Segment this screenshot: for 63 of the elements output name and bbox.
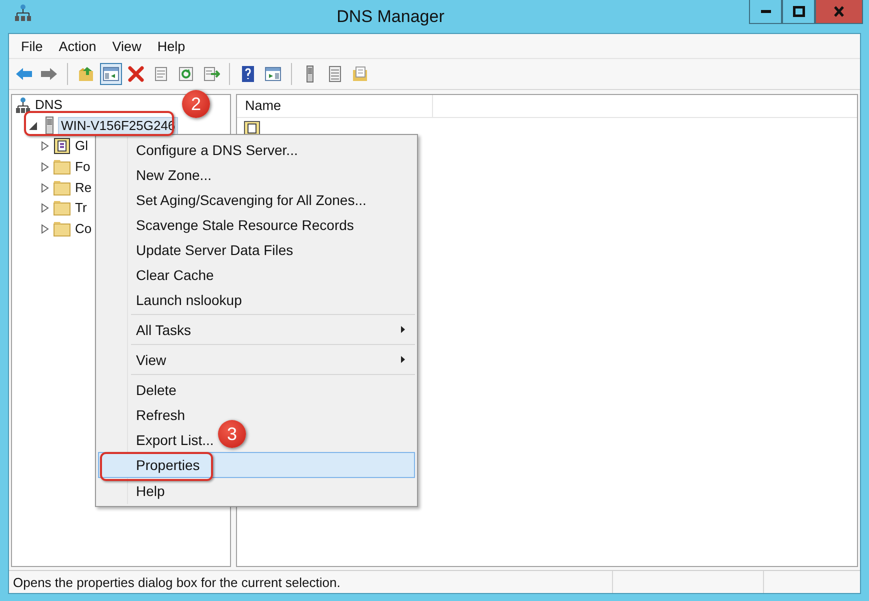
menu-item[interactable]: Configure a DNS Server... (136, 142, 298, 158)
menu-item[interactable]: Help (149, 36, 194, 56)
back-arrow-icon (15, 65, 33, 83)
menu-item[interactable]: File (13, 36, 51, 56)
help-book-icon (239, 65, 257, 83)
minimize-button[interactable] (749, 0, 782, 24)
folder-icon (53, 178, 71, 197)
menu-item[interactable]: Properties (98, 452, 415, 478)
tree-item[interactable]: DNS (33, 97, 64, 114)
tree-item[interactable]: Fo (73, 159, 92, 176)
folder-note-icon (351, 65, 369, 83)
window-title: DNS Manager (336, 6, 446, 27)
list-sheet-icon (326, 65, 344, 83)
collapsed-arrow-icon[interactable] (39, 161, 51, 174)
close-icon (834, 6, 844, 17)
menu-item[interactable]: Set Aging/Scavenging for All Zones... (136, 192, 366, 208)
tree-item[interactable]: Gl (73, 138, 90, 154)
menu-item[interactable]: Scavenge Stale Resource Records (136, 216, 354, 232)
console-tree-icon (102, 65, 120, 83)
dns-app-icon (14, 4, 32, 22)
menu-item[interactable]: Refresh (136, 406, 186, 422)
menu-item[interactable]: Launch nslookup (136, 292, 242, 308)
maximize-button[interactable] (782, 0, 815, 24)
tree-item[interactable]: Re (73, 180, 94, 196)
submenu-arrow-icon (400, 325, 406, 334)
tree-item[interactable]: Co (73, 220, 94, 237)
status-text: Opens the properties dialog box for the current selection. (12, 574, 342, 592)
action-pane-icon (264, 65, 282, 83)
menu-item[interactable]: New Zone... (136, 166, 212, 182)
menu-item[interactable]: Export List... (136, 432, 214, 448)
menu-item[interactable]: Update Server Data Files (136, 242, 294, 258)
console-tree-button[interactable] (100, 63, 122, 85)
collapsed-arrow-icon[interactable] (39, 182, 51, 194)
column-header[interactable]: Name (237, 95, 433, 117)
folder-icon (53, 220, 71, 238)
dns-network-icon (15, 96, 31, 114)
log-book-icon (243, 120, 261, 137)
log-book-icon (53, 137, 71, 156)
collapsed-arrow-icon[interactable] (39, 140, 51, 152)
expanded-arrow-icon[interactable] (27, 120, 39, 132)
refresh-icon (177, 65, 195, 83)
folder-up-icon (77, 65, 95, 83)
close-button[interactable] (815, 0, 863, 24)
maximize-icon (792, 6, 804, 17)
folder-icon (53, 199, 71, 218)
forward-arrow-icon (40, 65, 58, 83)
menu-item[interactable]: Delete (136, 382, 176, 398)
menu-item[interactable]: Action (50, 36, 104, 56)
menu-item[interactable]: View (104, 36, 150, 56)
menu-item[interactable]: View (136, 352, 166, 368)
delete-x-button[interactable] (125, 63, 147, 85)
minimize-icon (760, 10, 770, 13)
collapsed-arrow-icon[interactable] (39, 202, 51, 214)
export-list-icon (202, 65, 220, 83)
menu-item[interactable]: Help (136, 482, 165, 498)
folder-icon (53, 158, 71, 176)
submenu-arrow-icon (400, 355, 406, 364)
tree-item[interactable]: Tr (73, 200, 89, 216)
delete-x-icon (127, 65, 145, 83)
collapsed-arrow-icon[interactable] (39, 222, 51, 235)
menu-item[interactable]: All Tasks (136, 322, 191, 338)
properties-sheet-icon (152, 65, 170, 83)
menu-item[interactable]: Clear Cache (136, 266, 214, 282)
